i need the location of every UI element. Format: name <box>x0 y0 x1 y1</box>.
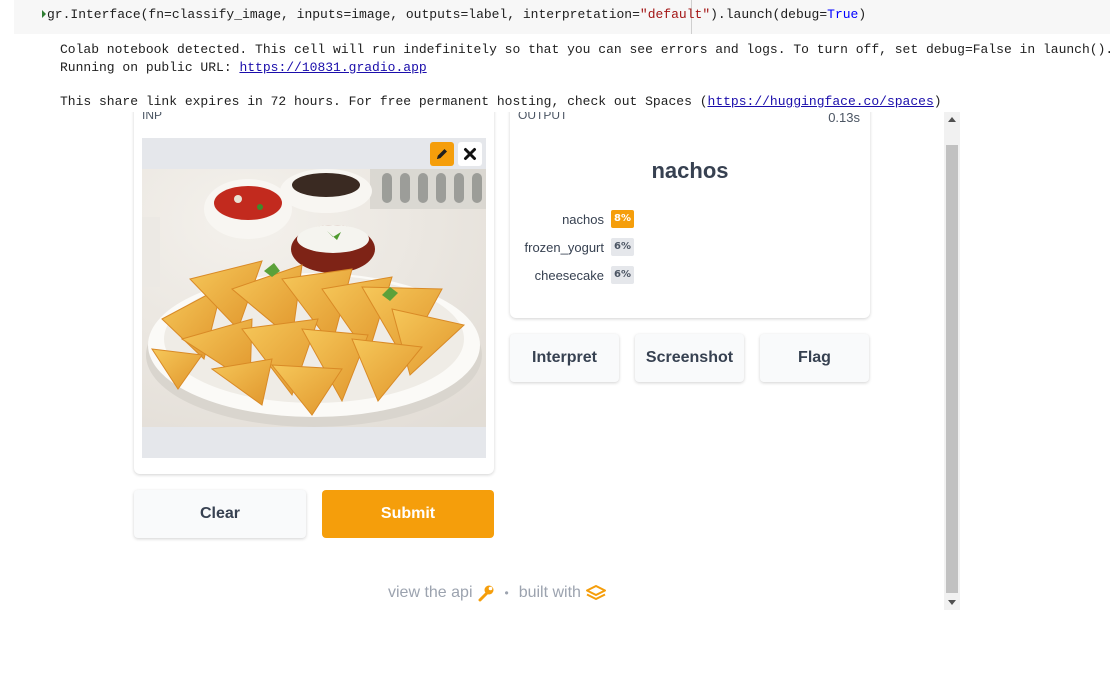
flag-button[interactable]: Flag <box>760 334 869 382</box>
gradio-interface: INP OUTPUT 0.13s nachos nachos 8% frozen… <box>124 112 960 610</box>
gradio-footer: view the api • built with <box>388 582 607 604</box>
confidence-label: nachos <box>562 212 604 227</box>
view-api-link[interactable]: view the api <box>388 584 473 602</box>
code-part: gr.Interface(fn=classify_image, inputs=i… <box>47 7 640 22</box>
clear-button[interactable]: Clear <box>134 490 306 538</box>
code-keyword: True <box>827 7 859 22</box>
scroll-down-icon[interactable] <box>948 600 956 605</box>
footer-separator: • <box>504 586 509 600</box>
input-panel: INP <box>134 112 494 474</box>
scrollbar[interactable] <box>944 112 960 610</box>
pencil-icon <box>437 149 447 159</box>
confidence-bar: 6% <box>611 238 634 256</box>
code-line[interactable]: gr.Interface(fn=classify_image, inputs=i… <box>47 7 866 22</box>
confidence-label: cheesecake <box>534 268 604 283</box>
confidence-row: cheesecake 6% <box>510 266 870 286</box>
interpret-button[interactable]: Interpret <box>510 334 619 382</box>
image-input[interactable] <box>142 138 486 458</box>
output-text: ) <box>933 94 942 109</box>
built-with-link[interactable]: built with <box>519 584 581 602</box>
code-string: "default" <box>639 7 711 22</box>
output-text: This share link expires in 72 hours. For… <box>60 94 708 109</box>
output-line-3: This share link expires in 72 hours. For… <box>60 94 942 109</box>
output-text: Running on public URL: <box>60 60 240 75</box>
input-label: INP <box>142 112 163 122</box>
code-part: ).launch(debug= <box>710 7 828 22</box>
output-line-1: Colab notebook detected. This cell will … <box>60 42 1110 57</box>
elapsed-time: 0.13s <box>828 112 860 125</box>
screenshot-button[interactable]: Screenshot <box>635 334 744 382</box>
confidence-row: nachos 8% <box>510 210 870 230</box>
confidence-bar: 6% <box>611 266 634 284</box>
spaces-link[interactable]: https://huggingface.co/spaces <box>708 94 934 109</box>
gradio-logo-icon <box>585 585 606 600</box>
public-url-link[interactable]: https://10831.gradio.app <box>239 60 426 75</box>
output-panel: OUTPUT 0.13s nachos nachos 8% frozen_yog… <box>510 112 870 318</box>
predicted-label: nachos <box>651 158 729 183</box>
scroll-up-icon[interactable] <box>948 117 956 122</box>
edit-image-button[interactable] <box>430 142 454 166</box>
submit-button[interactable]: Submit <box>322 490 494 538</box>
nachos-photo <box>142 169 486 427</box>
wrench-icon <box>478 585 493 602</box>
confidence-row: frozen_yogurt 6% <box>510 238 870 258</box>
close-icon <box>464 148 476 160</box>
uploaded-image <box>142 169 486 427</box>
code-part: ) <box>858 7 867 22</box>
remove-image-button[interactable] <box>458 142 482 166</box>
confidence-label: frozen_yogurt <box>524 240 605 255</box>
output-label: OUTPUT <box>518 112 568 122</box>
cell-run-indicator-icon[interactable] <box>42 10 46 18</box>
confidence-bar: 8% <box>611 210 634 228</box>
scrollbar-thumb[interactable] <box>946 145 958 593</box>
output-line-2: Running on public URL: https://10831.gra… <box>60 60 427 75</box>
